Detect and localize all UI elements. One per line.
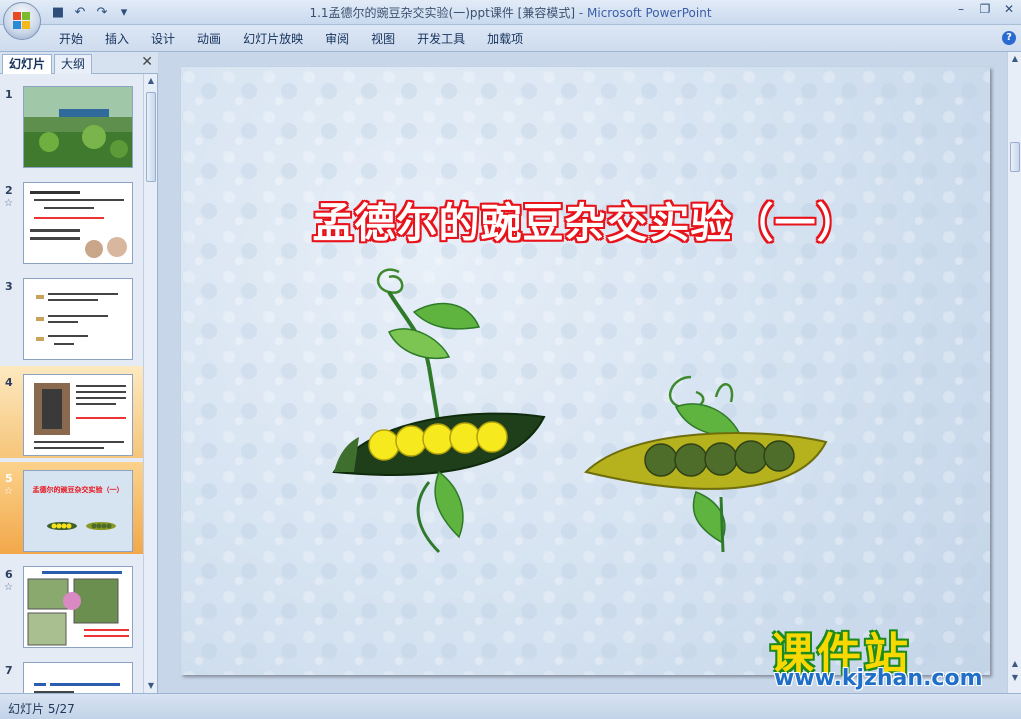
watermark-logo: 课件站 www.kjzhan.com — [770, 618, 1010, 698]
thumbnail-list: 1 2 ☆ 3 4 5 ☆ 孟德尔的豌豆杂交实验（一） 6 ☆ 7 — [0, 74, 144, 693]
thumbnail-slide-3[interactable] — [23, 278, 133, 360]
tab-view[interactable]: 视图 — [360, 31, 406, 47]
animation-star-icon: ☆ — [4, 198, 13, 209]
scrollbar-thumb[interactable] — [146, 92, 156, 182]
title-bar: ■ ↶ ↷ ▾ 1.1孟德尔的豌豆杂交实验(一)ppt课件 [兼容模式] - M… — [0, 0, 1021, 25]
yellow-pea-pod-illustration — [332, 268, 546, 554]
slide-title[interactable]: 孟德尔的豌豆杂交实验（一） — [181, 189, 990, 249]
slide-counter: 幻灯片 5/27 — [8, 702, 75, 716]
animation-star-icon: ☆ — [4, 582, 13, 593]
tab-review[interactable]: 审阅 — [314, 31, 360, 47]
thumbnail-row-3[interactable]: 3 — [0, 270, 144, 362]
app-name: - Microsoft PowerPoint — [578, 6, 712, 20]
thumbnail-number: 2 — [5, 184, 13, 197]
thumbnail-number: 6 — [5, 568, 13, 581]
slide-2-preview — [24, 183, 132, 263]
slide-1-preview — [24, 87, 132, 167]
thumbnail-number: 3 — [5, 280, 13, 293]
thumbnail-slide-2[interactable] — [23, 182, 133, 264]
slide-5-preview — [47, 522, 116, 530]
window-controls: – ❐ ✕ — [955, 2, 1015, 16]
slide-3-preview — [24, 279, 132, 359]
thumbnail-slide-5[interactable]: 孟德尔的豌豆杂交实验（一） — [23, 470, 133, 552]
thumbnail-row-1[interactable]: 1 — [0, 78, 144, 170]
scroll-up-icon[interactable]: ▲ — [144, 74, 158, 88]
tab-addins[interactable]: 加载项 — [476, 31, 534, 47]
editor-scrollbar[interactable]: ▲ ▲ ▼ — [1007, 52, 1021, 693]
thumbnail-slide-6[interactable] — [23, 566, 133, 648]
slide-7-preview — [24, 663, 132, 693]
watermark-url: www.kjzhan.com — [774, 666, 983, 691]
thumbnail-slide-4[interactable] — [23, 374, 133, 456]
thumbnail-number: 7 — [5, 664, 13, 677]
close-icon[interactable]: ✕ — [1003, 2, 1015, 16]
thumbnail-slide-1[interactable] — [23, 86, 133, 168]
thumbnail-row-5[interactable]: 5 ☆ 孟德尔的豌豆杂交实验（一） — [0, 462, 144, 554]
tab-insert[interactable]: 插入 — [94, 31, 140, 47]
green-pea-pod-illustration — [584, 375, 828, 553]
tab-slideshow[interactable]: 幻灯片放映 — [232, 31, 314, 47]
ribbon-tabs: 开始 插入 设计 动画 幻灯片放映 审阅 视图 开发工具 加载项 — [48, 31, 534, 47]
window-title: 1.1孟德尔的豌豆杂交实验(一)ppt课件 [兼容模式] - Microsoft… — [0, 4, 1021, 21]
document-title: 1.1孟德尔的豌豆杂交实验(一)ppt课件 [兼容模式] — [309, 6, 576, 20]
scrollbar-thumb[interactable] — [1010, 142, 1020, 172]
tab-slides[interactable]: 幻灯片 — [2, 54, 53, 74]
pane-tabs: 幻灯片 大纲 ✕ — [0, 52, 158, 74]
thumbnail-slide-7[interactable] — [23, 662, 133, 693]
thumbnail-row-7[interactable]: 7 — [0, 654, 144, 693]
tab-outline[interactable]: 大纲 — [54, 54, 93, 74]
scroll-down-icon[interactable]: ▼ — [144, 679, 158, 693]
office-logo-icon — [13, 12, 31, 30]
thumbnail-number: 4 — [5, 376, 13, 389]
close-pane-icon[interactable]: ✕ — [141, 54, 153, 70]
tab-developer[interactable]: 开发工具 — [406, 31, 476, 47]
thumbnail-number: 5 — [5, 472, 13, 485]
thumbnail-row-4[interactable]: 4 — [0, 366, 144, 458]
tab-animation[interactable]: 动画 — [186, 31, 232, 47]
tab-design[interactable]: 设计 — [140, 31, 186, 47]
animation-star-icon: ☆ — [4, 486, 13, 497]
thumbnail-row-6[interactable]: 6 ☆ — [0, 558, 144, 650]
help-icon[interactable]: ? — [1002, 31, 1016, 45]
thumbnail-row-2[interactable]: 2 ☆ — [0, 174, 144, 266]
scroll-up-icon[interactable]: ▲ — [1008, 52, 1021, 66]
slide-editor: 孟德尔的豌豆杂交实验（一） ▲ ▲ ▼ — [159, 52, 1021, 693]
thumbnail-scrollbar[interactable]: ▲ ▼ — [143, 74, 157, 693]
office-button[interactable] — [3, 2, 41, 40]
tab-home[interactable]: 开始 — [48, 31, 94, 47]
slides-pane: 幻灯片 大纲 ✕ 1 2 ☆ 3 4 5 ☆ 孟德尔的豌豆杂交实验（一） 6 ☆… — [0, 52, 158, 693]
current-slide[interactable]: 孟德尔的豌豆杂交实验（一） — [181, 67, 990, 675]
thumbnail-number: 1 — [5, 88, 13, 101]
slide-6-preview — [24, 567, 132, 647]
minimize-icon[interactable]: – — [955, 2, 967, 16]
slide-4-preview — [24, 375, 132, 455]
ribbon: 开始 插入 设计 动画 幻灯片放映 审阅 视图 开发工具 加载项 ? — [0, 25, 1021, 52]
restore-icon[interactable]: ❐ — [979, 2, 991, 16]
